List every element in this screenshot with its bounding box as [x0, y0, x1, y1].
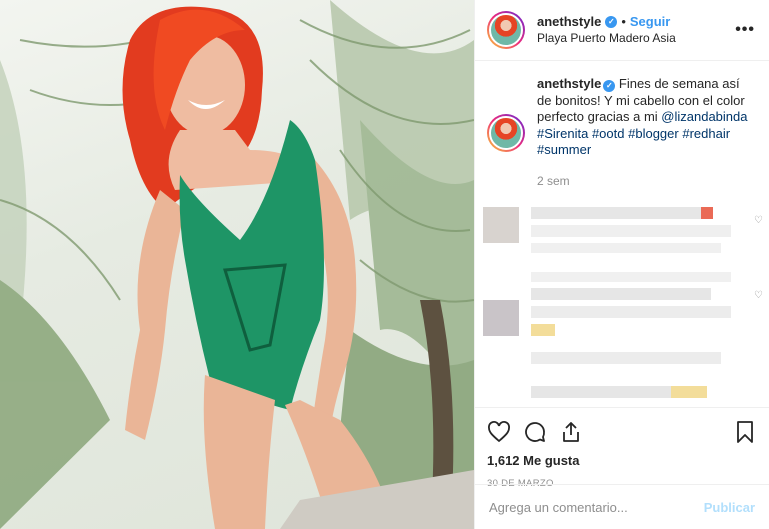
caption-timestamp: 2 sem	[537, 173, 570, 188]
heart-icon[interactable]	[487, 420, 511, 444]
caption-username[interactable]: anethstyle	[537, 76, 601, 91]
follow-button[interactable]: Seguir	[630, 14, 670, 30]
post-actions: 1,612 Me gusta 30 DE MARZO	[475, 407, 769, 489]
comment-input[interactable]	[489, 499, 704, 515]
comment-icon[interactable]	[523, 420, 547, 444]
publish-button[interactable]: Publicar	[704, 500, 755, 515]
add-comment-bar: Publicar	[475, 484, 769, 529]
likes-count[interactable]: 1,612 Me gusta	[487, 453, 757, 468]
caption-avatar[interactable]	[487, 114, 525, 152]
bookmark-icon[interactable]	[733, 420, 757, 444]
post-image	[0, 0, 474, 529]
hashtag-link[interactable]: #redhair	[682, 126, 730, 141]
list-item	[475, 352, 769, 402]
post-photo[interactable]	[0, 0, 474, 529]
verified-badge-icon: ✓	[605, 16, 618, 28]
like-comment-icon[interactable]: ♡	[754, 290, 763, 301]
caption: anethstyle ✓ Fines de semana así de bonit…	[487, 76, 755, 189]
hashtag-link[interactable]: #Sirenita	[537, 126, 588, 141]
list-item: ♡	[475, 207, 769, 257]
more-options-icon[interactable]: •••	[735, 21, 755, 39]
hashtag-link[interactable]: #ootd	[592, 126, 625, 141]
location-link[interactable]: Playa Puerto Madero Asia	[537, 30, 735, 46]
separator-dot: •	[621, 14, 626, 29]
hashtag-link[interactable]: #blogger	[628, 126, 679, 141]
comments-list: anethstyle ✓ Fines de semana así de bonit…	[475, 62, 769, 407]
username-link[interactable]: anethstyle	[537, 14, 601, 30]
like-comment-icon[interactable]: ♡	[754, 215, 763, 226]
list-item: ♡	[475, 272, 769, 342]
share-icon[interactable]	[559, 420, 583, 444]
hashtag-link[interactable]: #summer	[537, 142, 591, 157]
verified-badge-icon: ✓	[603, 80, 616, 93]
avatar[interactable]	[487, 11, 525, 49]
post-header: anethstyle ✓ • Seguir Playa Puerto Mader…	[475, 0, 769, 61]
mention-link[interactable]: @lizandabinda	[661, 109, 747, 124]
post-side-panel: anethstyle ✓ • Seguir Playa Puerto Mader…	[474, 0, 769, 529]
